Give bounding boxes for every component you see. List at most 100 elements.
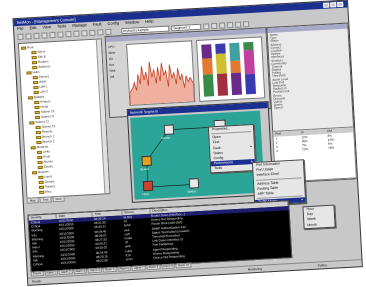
bar-segment bbox=[243, 41, 254, 51]
tree-item[interactable]: Links bbox=[36, 149, 50, 154]
cut-icon[interactable] bbox=[49, 31, 56, 38]
navigation-tree[interactable]: Root Site A Site B Routers Switches Hubs Serve… bbox=[17, 38, 111, 199]
tree-item[interactable]: Hubs bbox=[26, 69, 40, 75]
port-table-cell: 4 bbox=[276, 148, 279, 153]
tree-item-label: LAN 2 bbox=[39, 89, 49, 94]
settings-icon[interactable] bbox=[234, 21, 242, 28]
event-cell: Critical bbox=[33, 261, 43, 267]
tree-item-label: Subnet 10 bbox=[40, 109, 55, 114]
host-node-icon[interactable] bbox=[142, 180, 154, 192]
tree-item-label: Remote bbox=[41, 129, 53, 134]
submenu-arrow-icon: ▸ bbox=[301, 197, 304, 202]
router-node-label: Router bbox=[161, 135, 171, 141]
tree-item[interactable]: Root bbox=[21, 45, 34, 50]
tree-item[interactable]: Switches bbox=[32, 64, 50, 69]
new-icon[interactable] bbox=[17, 33, 24, 40]
bar-segment bbox=[215, 43, 226, 54]
folder-icon bbox=[36, 135, 42, 139]
event-tab[interactable]: Events bbox=[30, 270, 44, 277]
print-icon[interactable] bbox=[41, 31, 48, 39]
event-tab[interactable]: Alarm 5 bbox=[102, 266, 117, 273]
tree-item-label: Bridges bbox=[33, 94, 45, 100]
folder-icon bbox=[32, 65, 38, 69]
stop-icon[interactable] bbox=[211, 22, 218, 29]
save-icon[interactable] bbox=[33, 32, 40, 39]
server-node-icon[interactable] bbox=[141, 155, 152, 167]
menu-item-fault-label: Fault bbox=[212, 145, 221, 150]
tree-item[interactable]: Users bbox=[38, 174, 52, 179]
folder-icon bbox=[37, 155, 43, 159]
go-icon[interactable] bbox=[203, 22, 210, 30]
tree-item-label: Hubs bbox=[32, 69, 40, 75]
alarm-icon[interactable] bbox=[105, 28, 112, 35]
bar-segment bbox=[202, 74, 215, 97]
tree-item[interactable]: Branch 2 bbox=[36, 139, 55, 144]
network-link bbox=[148, 184, 195, 188]
chart-icon[interactable] bbox=[219, 21, 226, 29]
status-right: Polling bbox=[317, 263, 327, 268]
tree-item[interactable]: Site A bbox=[31, 49, 45, 54]
event-tab[interactable]: Alarm 7 bbox=[131, 265, 146, 271]
tree-item-label: Hosts bbox=[40, 104, 49, 109]
map-icon[interactable] bbox=[97, 28, 104, 36]
maximize-button[interactable] bbox=[330, 2, 337, 8]
tree-item[interactable]: Ports bbox=[37, 154, 50, 159]
menu-item-tools[interactable]: Tools bbox=[211, 164, 255, 172]
tab-tree[interactable]: Tree bbox=[39, 196, 52, 204]
folder-icon bbox=[30, 145, 36, 149]
folder-icon bbox=[34, 115, 41, 119]
tree-item-label: Branch 1 bbox=[42, 134, 55, 139]
tree-item[interactable]: Servers bbox=[32, 74, 49, 79]
tab-map[interactable]: Map bbox=[26, 197, 39, 204]
minimize-button[interactable] bbox=[323, 2, 330, 8]
bar-segment bbox=[244, 73, 257, 95]
tree-item[interactable]: Subnet 11 bbox=[34, 114, 55, 119]
event-tab[interactable]: Alarm 9 bbox=[161, 263, 176, 270]
tree-item[interactable]: Hosts bbox=[34, 104, 48, 109]
folder-icon bbox=[38, 185, 45, 189]
tab-find[interactable]: Find bbox=[52, 195, 65, 203]
host-node-label: Host bbox=[142, 191, 149, 197]
tree-item[interactable]: Events bbox=[37, 164, 53, 169]
port-table-cell: 22% bbox=[302, 146, 309, 152]
event-tab[interactable]: Alarm 8 bbox=[146, 264, 161, 271]
event-tab[interactable]: Alarm 6 bbox=[117, 266, 132, 272]
folder-icon bbox=[39, 190, 45, 194]
folder-icon bbox=[33, 85, 39, 89]
status-mid: Monitoring bbox=[247, 266, 262, 272]
event-tab[interactable]: Alarm 2 bbox=[58, 269, 73, 276]
folder-icon bbox=[21, 46, 27, 50]
event-tab[interactable]: Alarm 3 bbox=[73, 268, 88, 275]
open-icon[interactable] bbox=[25, 32, 32, 40]
find-icon[interactable] bbox=[81, 29, 88, 36]
tree-item[interactable]: LAN 2 bbox=[33, 89, 49, 94]
switch-node-icon[interactable] bbox=[188, 178, 200, 189]
tree-item[interactable]: Site B bbox=[31, 54, 46, 59]
bar-segment bbox=[201, 44, 213, 59]
event-cell: 10/11/2000 bbox=[60, 260, 76, 265]
paste-icon[interactable] bbox=[65, 30, 72, 37]
refresh-icon[interactable] bbox=[73, 30, 80, 37]
segment-combo[interactable]: Segment 1 bbox=[171, 23, 202, 31]
status-left: Ready bbox=[32, 279, 41, 284]
zoom-icon[interactable] bbox=[89, 29, 96, 36]
close-button[interactable] bbox=[337, 1, 344, 8]
folder-icon bbox=[37, 165, 43, 169]
folder-icon bbox=[31, 55, 37, 59]
tree-item[interactable]: WAN bbox=[32, 79, 46, 84]
tree-item-label: Users bbox=[44, 174, 53, 179]
folder-icon bbox=[34, 100, 40, 104]
folder-icon bbox=[33, 90, 39, 94]
event-tab[interactable]: Alarm 10 bbox=[175, 262, 192, 269]
help-icon[interactable] bbox=[242, 20, 250, 27]
legend-item: Util bbox=[109, 74, 115, 79]
copy-icon[interactable] bbox=[57, 30, 64, 38]
tree-item[interactable]: Policies bbox=[38, 184, 55, 189]
tree-item[interactable]: Misc bbox=[39, 189, 51, 194]
bar-segment bbox=[229, 42, 241, 62]
table-icon[interactable] bbox=[226, 21, 234, 28]
submenu-item-month[interactable]: Month bbox=[304, 221, 334, 228]
event-tab[interactable]: Alarm 1 bbox=[44, 270, 59, 276]
router-node-icon[interactable] bbox=[163, 124, 175, 135]
event-tab[interactable]: Alarm 4 bbox=[88, 267, 102, 274]
